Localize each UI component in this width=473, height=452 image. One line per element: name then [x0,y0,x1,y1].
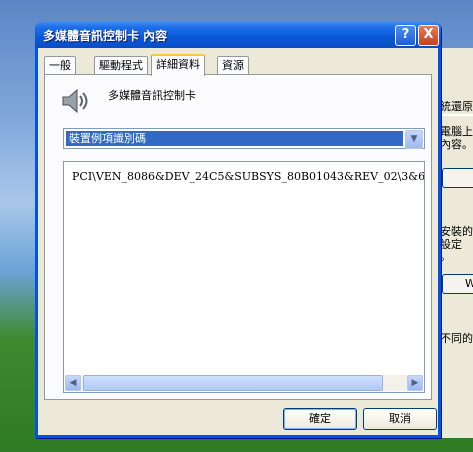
scroll-thumb[interactable] [83,375,383,391]
value-list[interactable]: PCI\VEN_8086&DEV_24C5&SUBSYS_80B01043&RE… [63,161,425,393]
chevron-down-icon[interactable]: ▼ [405,130,423,149]
close-button[interactable]: X [418,25,439,46]
bg-button-fragment[interactable] [442,168,473,188]
bg-text-1: 統還原 [440,100,473,113]
list-item[interactable]: PCI\VEN_8086&DEV_24C5&SUBSYS_80B01043&RE… [72,170,424,183]
help-button[interactable]: ? [395,25,416,46]
cancel-button[interactable]: 取消 [363,408,437,430]
speaker-icon [62,88,88,114]
tab-driver[interactable]: 驅動程式 [94,56,148,74]
bg-text-3: 內容。 [440,138,473,151]
property-select-value: 裝置例項識別碼 [66,131,403,146]
dialog-client: 一般 驅動程式 詳細資料 資源 多媒體音訊控制卡 裝置例項識別碼 ▼ PCI\V… [38,48,438,435]
title-bar[interactable]: 多媒體音訊控制卡 內容 ? X [35,22,441,48]
bg-text-6: 。 [440,250,451,263]
window-title: 多媒體音訊控制卡 內容 [43,29,168,43]
horizontal-scrollbar[interactable]: ◀ ▶ [65,375,423,391]
property-select[interactable]: 裝置例項識別碼 ▼ [63,128,425,149]
ok-button[interactable]: 確定 [283,408,357,430]
tab-resources[interactable]: 資源 [217,56,249,74]
bg-button-fragment[interactable]: W [442,274,473,294]
tab-general[interactable]: 一般 [44,56,76,74]
scroll-right-icon[interactable]: ▶ [407,375,423,391]
device-name: 多媒體音訊控制卡 [108,89,196,102]
details-panel: 多媒體音訊控制卡 裝置例項識別碼 ▼ PCI\VEN_8086&DEV_24C5… [44,74,432,400]
bg-button-label: W [465,277,473,290]
properties-dialog: 多媒體音訊控制卡 內容 ? X 一般 驅動程式 詳細資料 資源 多媒體音訊控制卡… [35,22,441,438]
tab-details[interactable]: 詳細資料 [151,54,205,76]
scroll-left-icon[interactable]: ◀ [65,375,81,391]
bg-text-7: 不同的 [440,332,473,345]
